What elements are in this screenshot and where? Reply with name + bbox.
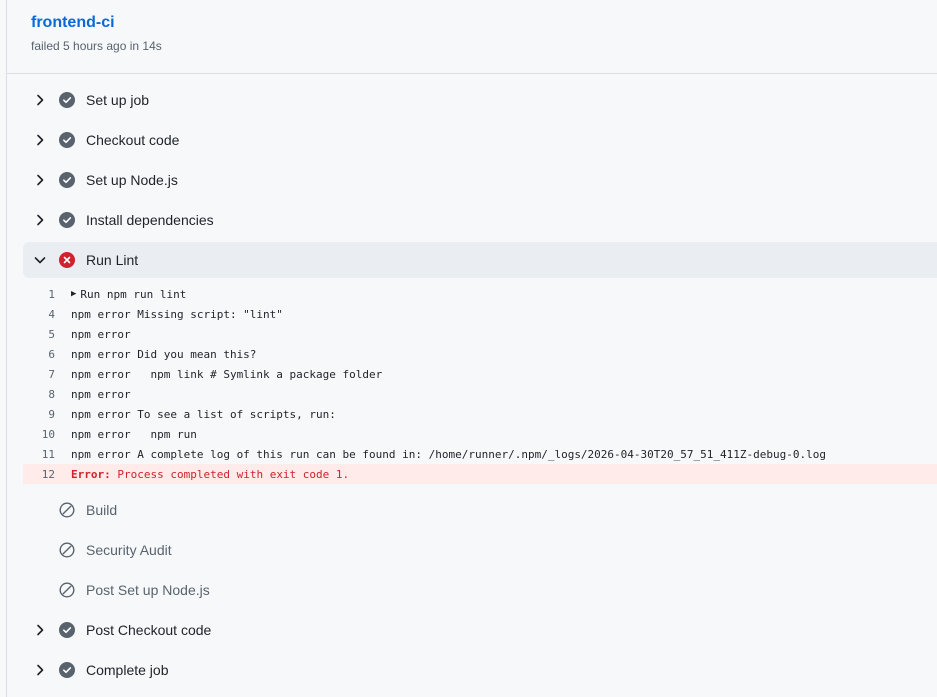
step-build[interactable]: Build — [23, 490, 937, 530]
log-text: npm error — [71, 327, 131, 341]
log-text: npm error — [71, 387, 131, 401]
step-set-up-job[interactable]: Set up job — [23, 80, 937, 120]
step-label: Security Audit — [86, 542, 172, 558]
skipped-icon — [58, 581, 76, 599]
step-run-lint[interactable]: Run Lint — [23, 242, 937, 278]
log-text: npm error Missing script: "lint" — [71, 307, 283, 321]
line-number[interactable]: 11 — [23, 448, 71, 461]
skipped-icon — [58, 501, 76, 519]
steps-list: Set up job Checkout code Set up Node.js Ins… — [23, 80, 937, 690]
line-number[interactable]: 8 — [23, 388, 71, 401]
line-number[interactable]: 9 — [23, 408, 71, 421]
error-message: Process completed with exit code 1. — [110, 467, 350, 481]
step-label: Complete job — [86, 662, 169, 678]
step-install-dependencies[interactable]: Install dependencies — [23, 200, 937, 240]
log-line: 7 npm error npm link # Symlink a package … — [23, 364, 937, 384]
step-label: Checkout code — [86, 132, 180, 148]
line-number[interactable]: 10 — [23, 428, 71, 441]
step-set-up-node-js[interactable]: Set up Node.js — [23, 160, 937, 200]
step-log: 1 ▶ Run npm run lint 4 npm error Missing scr… — [23, 284, 937, 484]
log-line: 8 npm error — [23, 384, 937, 404]
log-text: npm error Did you mean this? — [71, 347, 257, 361]
job-title-link[interactable]: frontend-ci — [31, 14, 115, 32]
success-check-icon — [58, 211, 76, 229]
step-post-set-up-node-js[interactable]: Post Set up Node.js — [23, 570, 937, 610]
log-line: 5 npm error — [23, 324, 937, 344]
success-check-icon — [58, 661, 76, 679]
success-check-icon — [58, 171, 76, 189]
step-label: Post Checkout code — [86, 622, 212, 638]
error-label: Error: — [71, 467, 111, 481]
step-label: Set up Node.js — [86, 172, 178, 188]
line-number[interactable]: 6 — [23, 348, 71, 361]
line-number[interactable]: 4 — [23, 308, 71, 321]
expand-group-icon[interactable]: ▶ — [71, 289, 76, 299]
log-line: 6 npm error Did you mean this? — [23, 344, 937, 364]
step-checkout-code[interactable]: Checkout code — [23, 120, 937, 160]
skipped-icon — [58, 541, 76, 559]
log-line: 1 ▶ Run npm run lint — [23, 284, 937, 304]
left-border — [6, 0, 7, 697]
chevron-right-icon — [31, 621, 49, 639]
log-text: npm error To see a list of scripts, run: — [71, 407, 336, 421]
log-line: 11 npm error A complete log of this run c… — [23, 444, 937, 464]
log-line: 9 npm error To see a list of scripts, run… — [23, 404, 937, 424]
step-label: Set up job — [86, 92, 150, 108]
failure-icon — [58, 251, 76, 269]
log-text: Run npm run lint — [80, 287, 187, 301]
success-check-icon — [58, 621, 76, 639]
log-line: 10 npm error npm run — [23, 424, 937, 444]
step-label: Build — [86, 502, 118, 518]
log-text: npm error A complete log of this run can… — [71, 447, 826, 461]
chevron-down-icon — [31, 251, 49, 269]
log-line: 4 npm error Missing script: "lint" — [23, 304, 937, 324]
chevron-right-icon — [31, 661, 49, 679]
step-label: Install dependencies — [86, 212, 214, 228]
job-status-text: failed 5 hours ago in 14s — [31, 39, 162, 53]
success-check-icon — [58, 91, 76, 109]
chevron-right-icon — [31, 131, 49, 149]
line-number[interactable]: 7 — [23, 368, 71, 381]
log-line-error: 12 Error: Process completed with exit co… — [23, 464, 937, 484]
step-complete-job[interactable]: Complete job — [23, 650, 937, 690]
line-number[interactable]: 5 — [23, 328, 71, 341]
success-check-icon — [58, 131, 76, 149]
log-text: npm error npm link # Symlink a package f… — [71, 367, 383, 381]
chevron-right-icon — [31, 211, 49, 229]
step-label: Run Lint — [86, 252, 139, 268]
job-header: frontend-ci failed 5 hours ago in 14s — [7, 0, 937, 74]
line-number[interactable]: 1 — [23, 288, 71, 301]
log-text: npm error npm run — [71, 427, 197, 441]
chevron-right-icon — [31, 171, 49, 189]
step-post-checkout-code[interactable]: Post Checkout code — [23, 610, 937, 650]
line-number[interactable]: 12 — [23, 468, 71, 481]
chevron-right-icon — [31, 91, 49, 109]
step-security-audit[interactable]: Security Audit — [23, 530, 937, 570]
step-label: Post Set up Node.js — [86, 582, 210, 598]
